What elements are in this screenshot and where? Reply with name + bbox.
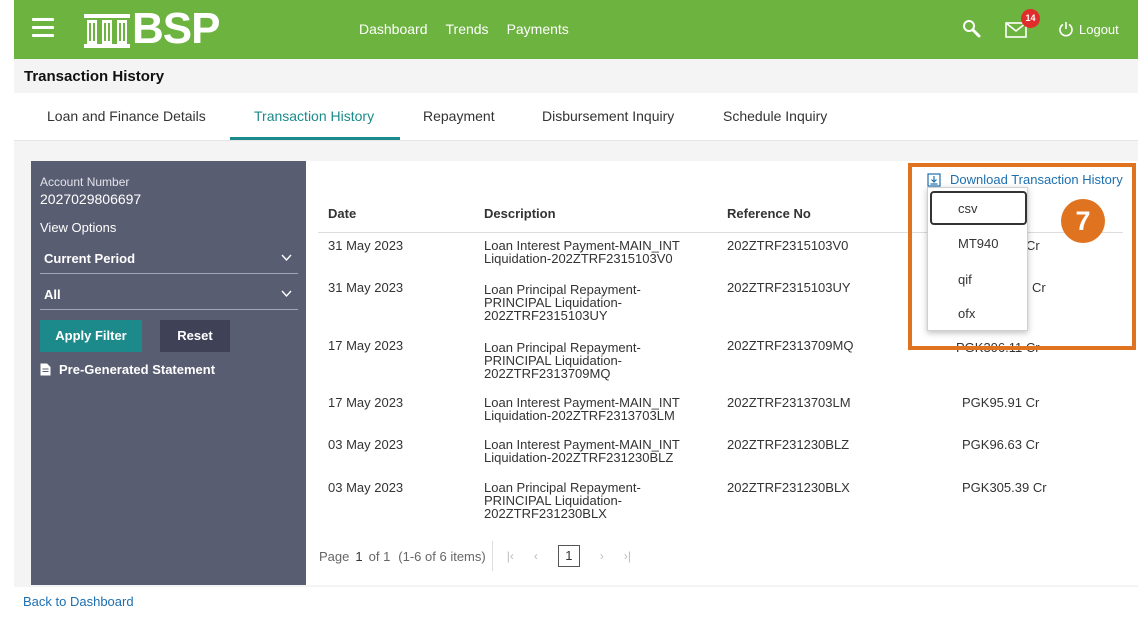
title-bar: Transaction History [14, 59, 1138, 93]
cell-reference: 202ZTRF231230BLZ [727, 437, 850, 452]
account-number-label: Account Number [40, 175, 130, 189]
cell-description-line: Liquidation-202ZTRF2313703LM [484, 408, 675, 423]
cell-description-line: Liquidation-202ZTRF231230BLZ [484, 450, 674, 465]
document-icon [40, 363, 51, 376]
cell-description-line: 202ZTRF2315103UY [484, 308, 608, 323]
account-number-value: 2027029806697 [40, 191, 142, 207]
nav-trends[interactable]: Trends [446, 21, 489, 37]
period-select[interactable]: Current Period [40, 243, 298, 274]
tab-schedule-inquiry[interactable]: Schedule Inquiry [723, 108, 827, 124]
cell-reference: 202ZTRF231230BLX [727, 480, 850, 495]
column-header-description[interactable]: Description [484, 206, 556, 221]
column-header-date[interactable]: Date [328, 206, 356, 221]
cell-amount: PGK305.39 Cr [962, 480, 1047, 495]
filter-panel: Account Number 2027029806697 View Option… [31, 161, 306, 585]
page-items-label: (1-6 of 6 items) [398, 548, 486, 564]
reset-button[interactable]: Reset [160, 320, 230, 352]
pagination: Page 1 of 1 (1-6 of 6 items) |‹ ‹ 1 › ›| [319, 541, 651, 571]
page-current: 1 [355, 548, 363, 564]
first-page-icon[interactable]: |‹ [507, 549, 514, 563]
logo-mark-icon [84, 10, 130, 48]
page-title: Transaction History [24, 68, 165, 85]
next-page-icon[interactable]: › [600, 549, 604, 563]
pre-generated-statement-link[interactable]: Pre-Generated Statement [40, 362, 215, 377]
callout-step-number: 7 [1061, 199, 1105, 243]
previous-page-icon[interactable]: ‹ [534, 549, 538, 563]
logout-label: Logout [1079, 21, 1119, 37]
page-label: Page [319, 548, 350, 564]
nav-payments[interactable]: Payments [507, 21, 569, 37]
last-page-icon[interactable]: ›| [624, 549, 631, 563]
hamburger-menu-icon[interactable] [32, 18, 54, 38]
chevron-down-icon [281, 290, 292, 298]
column-header-reference-no[interactable]: Reference No [727, 206, 811, 221]
cell-amount: PGK96.63 Cr [962, 437, 1040, 452]
cell-reference: 202ZTRF2313709MQ [727, 338, 854, 353]
cell-date: 31 May 2023 [328, 280, 404, 295]
main-nav: Dashboard Trends Payments [359, 21, 569, 37]
chevron-down-icon [281, 254, 292, 262]
cell-date: 17 May 2023 [328, 338, 404, 353]
cell-description-line: 202ZTRF2313709MQ [484, 366, 611, 381]
pager-divider [491, 541, 493, 571]
cell-date: 17 May 2023 [328, 395, 404, 410]
active-tab-indicator [230, 137, 400, 140]
nav-dashboard[interactable]: Dashboard [359, 21, 428, 37]
cell-reference: 202ZTRF2315103V0 [727, 238, 849, 253]
cell-reference: 202ZTRF2315103UY [727, 280, 851, 295]
tab-loan-and-finance-details[interactable]: Loan and Finance Details [47, 108, 206, 124]
pre-generated-statement-label: Pre-Generated Statement [59, 362, 216, 377]
tab-repayment[interactable]: Repayment [423, 108, 495, 124]
type-select-value: All [44, 287, 61, 302]
power-icon [1059, 22, 1073, 37]
cell-date: 03 May 2023 [328, 437, 404, 452]
cell-amount: PGK95.91 Cr [962, 395, 1040, 410]
bsp-logo[interactable]: BSP [84, 4, 220, 53]
cell-date: 03 May 2023 [328, 480, 404, 495]
type-select[interactable]: All [40, 279, 298, 310]
page-of-label: of 1 [368, 548, 391, 564]
logo-text: BSP [132, 4, 220, 53]
view-options-label: View Options [40, 220, 117, 235]
callout-highlight-box [908, 163, 1136, 350]
search-icon[interactable] [962, 19, 982, 39]
cell-date: 31 May 2023 [328, 238, 404, 253]
cell-reference: 202ZTRF2313703LM [727, 395, 851, 410]
period-select-value: Current Period [44, 251, 136, 266]
cell-description-line: 202ZTRF231230BLX [484, 506, 607, 521]
cell-description-line: Liquidation-202ZTRF2315103V0 [484, 251, 673, 266]
logout-button[interactable]: Logout [1058, 21, 1119, 37]
tab-bar: Loan and Finance Details Transaction His… [14, 93, 1138, 141]
tab-disbursement-inquiry[interactable]: Disbursement Inquiry [542, 108, 674, 124]
back-to-dashboard-link[interactable]: Back to Dashboard [23, 594, 134, 609]
apply-filter-button[interactable]: Apply Filter [40, 320, 142, 352]
page-number-button[interactable]: 1 [557, 545, 580, 567]
mail-count-badge: 14 [1021, 9, 1040, 28]
tab-transaction-history[interactable]: Transaction History [254, 108, 374, 124]
